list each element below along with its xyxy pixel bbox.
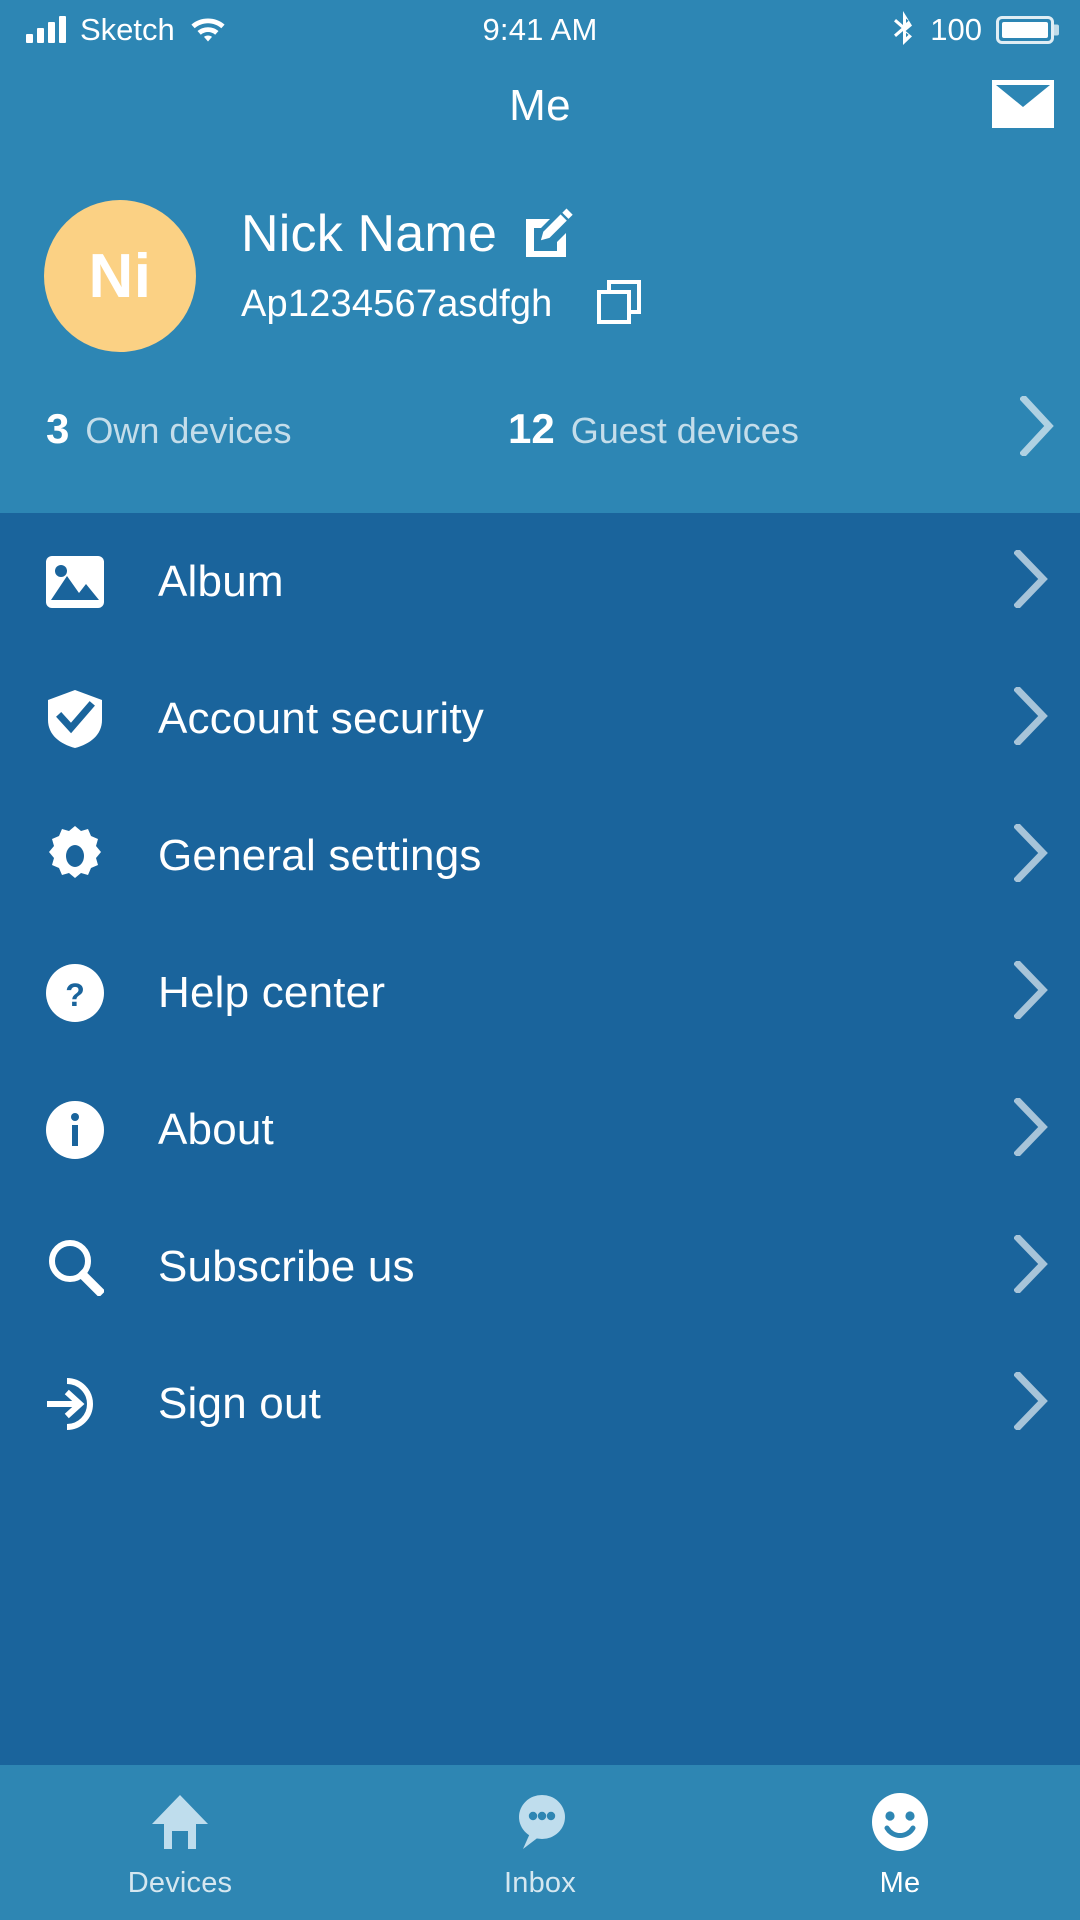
app-screen: Sketch 9:41 AM 100 Me Ni Nick Name Ap123… [0, 0, 1080, 1920]
menu-item-label: Subscribe us [158, 1241, 415, 1291]
chevron-right-icon [1013, 685, 1048, 750]
chevron-right-icon [1019, 394, 1054, 461]
home-icon [149, 1791, 211, 1853]
bottom-tab-bar: Devices Inbox Me [0, 1765, 1080, 1920]
chevron-right-icon [1013, 959, 1048, 1024]
tab-label: Inbox [504, 1867, 576, 1899]
devices-summary-row[interactable]: 3 Own devices 12 Guest devices [0, 352, 1080, 513]
chevron-right-icon [1013, 1096, 1048, 1161]
mail-button[interactable] [992, 79, 1054, 133]
page-title: Me [509, 81, 571, 130]
menu-item-sign-out[interactable]: Sign out [0, 1335, 1080, 1472]
menu-item-label: About [158, 1104, 274, 1154]
menu-item-label: Account security [158, 693, 485, 743]
info-circle-icon [44, 1099, 106, 1161]
guest-devices-label: Guest devices [570, 409, 799, 451]
tab-devices[interactable]: Devices [0, 1765, 360, 1920]
menu-item-label: Sign out [158, 1378, 322, 1428]
search-icon [44, 1236, 106, 1298]
svg-text:?: ? [65, 977, 85, 1013]
sign-out-icon [44, 1373, 106, 1435]
nav-bar: Me [0, 60, 1080, 152]
battery-full-icon [996, 16, 1055, 44]
bluetooth-icon [892, 9, 916, 52]
menu-item-general-settings[interactable]: General settings [0, 787, 1080, 924]
account-id-row: Ap1234567asdfgh [241, 280, 641, 329]
guest-devices-stat[interactable]: 12 Guest devices [508, 405, 1020, 453]
menu-item-label: Album [158, 556, 284, 606]
edit-pencil-icon[interactable] [523, 206, 575, 263]
tab-me[interactable]: Me [720, 1765, 1080, 1920]
chevron-right-icon [1013, 1233, 1048, 1298]
smiley-face-icon [869, 1791, 931, 1853]
tab-label: Devices [127, 1867, 233, 1899]
menu-item-help-center[interactable]: ? Help center [0, 924, 1080, 1061]
status-bar: Sketch 9:41 AM 100 [0, 0, 1080, 60]
shield-check-icon [44, 688, 106, 750]
chat-bubble-icon [509, 1791, 571, 1853]
carrier-label: Sketch [80, 12, 175, 47]
status-bar-right: 100 [598, 9, 1055, 52]
mail-icon [992, 79, 1054, 133]
account-id: Ap1234567asdfgh [241, 283, 553, 325]
question-circle-icon: ? [44, 962, 106, 1024]
tab-inbox[interactable]: Inbox [360, 1765, 720, 1920]
status-bar-left: Sketch [26, 12, 482, 48]
menu-item-album[interactable]: Album [0, 513, 1080, 650]
chevron-right-icon [1013, 548, 1048, 613]
guest-devices-count: 12 [508, 404, 555, 452]
settings-menu-list: Album Account security General settings … [0, 513, 1080, 1765]
menu-item-about[interactable]: About [0, 1061, 1080, 1198]
photo-icon [44, 551, 106, 613]
tab-label: Me [879, 1867, 921, 1899]
own-devices-label: Own devices [85, 409, 292, 451]
copy-icon[interactable] [596, 280, 641, 329]
menu-item-label: General settings [158, 830, 482, 880]
signal-bars-icon [26, 16, 66, 43]
profile-text: Nick Name Ap1234567asdfgh [241, 200, 641, 329]
status-bar-time: 9:41 AM [482, 12, 598, 47]
menu-item-account-security[interactable]: Account security [0, 650, 1080, 787]
wifi-icon [189, 14, 227, 47]
chevron-right-icon [1013, 1370, 1048, 1435]
avatar-initials: Ni [88, 241, 152, 311]
menu-item-label: Help center [158, 967, 386, 1017]
profile-header-panel: Sketch 9:41 AM 100 Me Ni Nick Name Ap123… [0, 0, 1080, 513]
gear-icon [44, 825, 106, 887]
menu-item-subscribe-us[interactable]: Subscribe us [0, 1198, 1080, 1335]
battery-percent-label: 100 [930, 12, 983, 47]
user-name-row: Nick Name [241, 204, 641, 264]
user-name: Nick Name [241, 205, 498, 263]
profile-block: Ni Nick Name Ap1234567asdfgh [0, 152, 1080, 352]
avatar[interactable]: Ni [44, 200, 196, 352]
own-devices-count: 3 [46, 404, 70, 452]
chevron-right-icon [1013, 822, 1048, 887]
own-devices-stat[interactable]: 3 Own devices [46, 405, 508, 453]
